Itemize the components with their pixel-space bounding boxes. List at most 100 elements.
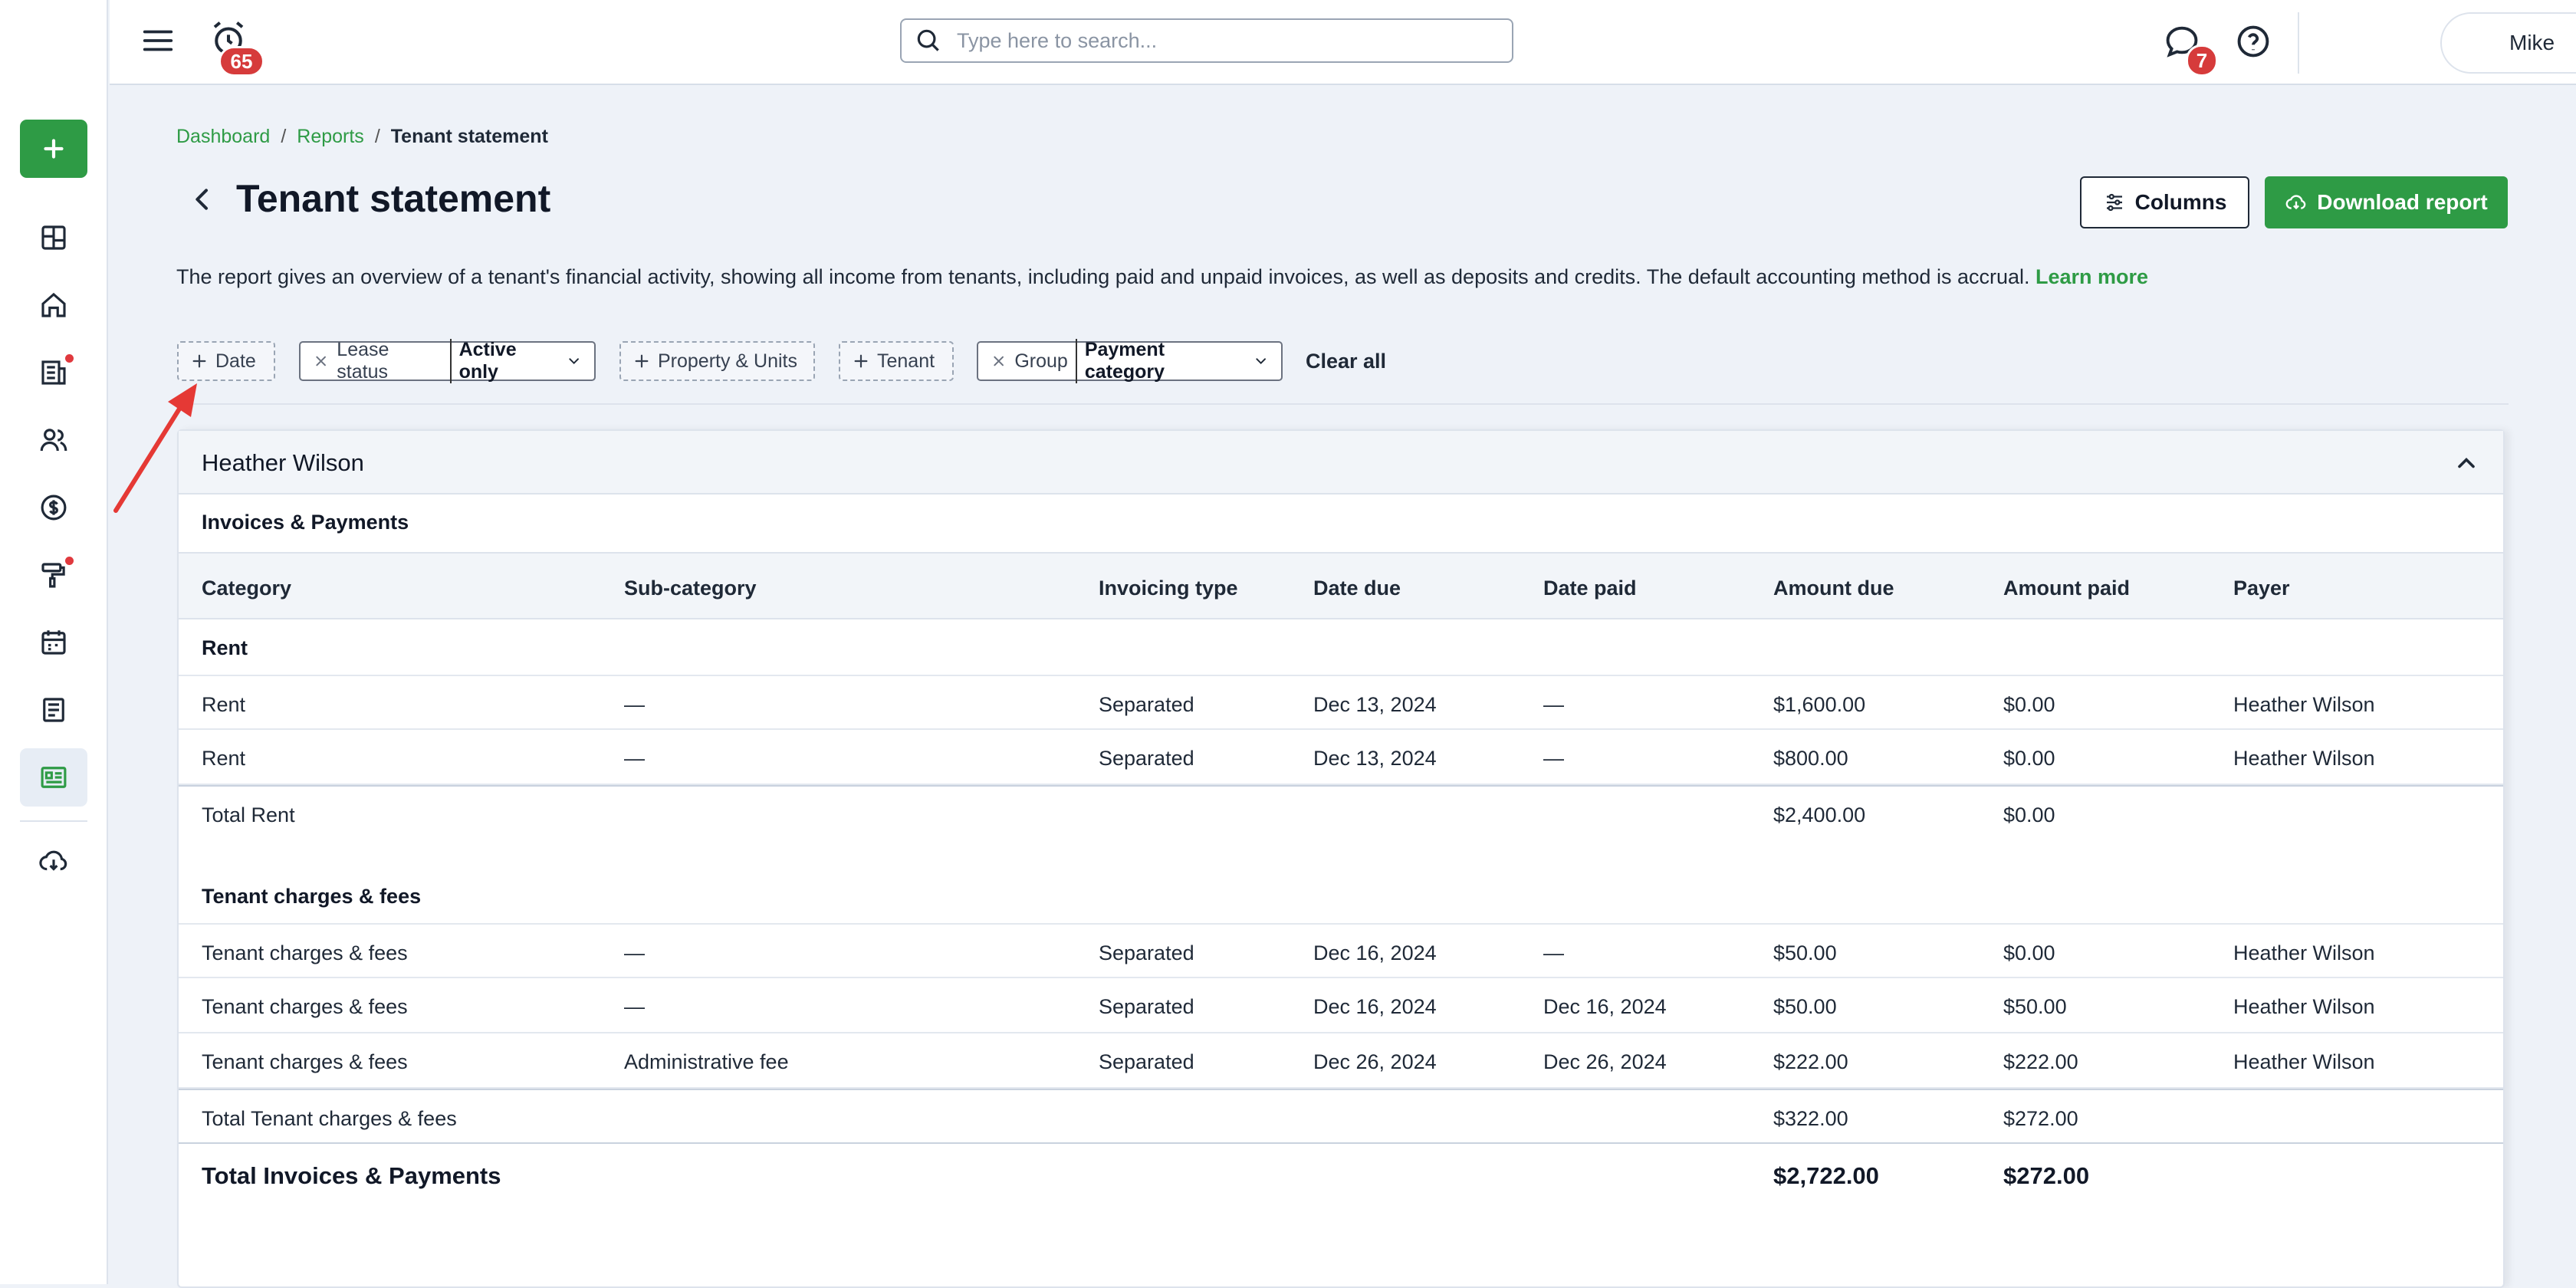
- column-header-date-due: Date due: [1313, 577, 1401, 600]
- cell-category: Rent: [202, 747, 246, 770]
- section-title: Invoices & Payments: [202, 511, 409, 534]
- sidebar-item-calendar[interactable]: [20, 613, 87, 672]
- breadcrumb-dashboard[interactable]: Dashboard: [176, 126, 270, 147]
- report-description-text: The report gives an overview of a tenant…: [176, 265, 2030, 288]
- cell-invoicing-type: Separated: [1099, 941, 1194, 964]
- search-input[interactable]: [957, 28, 1493, 53]
- group-total-paid: $0.00: [2003, 803, 2055, 826]
- filter-lease-status-value: Active only: [449, 339, 558, 383]
- close-icon[interactable]: [313, 353, 329, 370]
- cell-amount-paid: $0.00: [2003, 693, 2055, 716]
- home-icon: [41, 292, 66, 317]
- cell-date-paid: —: [1543, 693, 1564, 716]
- cell-date-due: Dec 16, 2024: [1313, 995, 1437, 1018]
- sidebar-item-accounting[interactable]: [20, 478, 87, 537]
- table-row[interactable]: Rent — Separated Dec 13, 2024 — $800.00 …: [179, 730, 2503, 785]
- chevron-up-icon[interactable]: [2453, 449, 2480, 477]
- group-total-label: Total Tenant charges & fees: [202, 1107, 457, 1130]
- breadcrumb-separator: /: [281, 126, 287, 147]
- breadcrumb-reports[interactable]: Reports: [297, 126, 364, 147]
- table-row[interactable]: Tenant charges & fees Administrative fee…: [179, 1033, 2503, 1089]
- group-total-due: $322.00: [1773, 1107, 1848, 1130]
- filter-chip-tenant[interactable]: Tenant: [839, 341, 954, 381]
- user-menu[interactable]: Mike: [2440, 12, 2576, 74]
- filter-chip-group[interactable]: Group Payment category: [977, 339, 1283, 383]
- add-new-button[interactable]: [20, 120, 87, 178]
- learn-more-link[interactable]: Learn more: [2036, 265, 2148, 288]
- dollar-circle-icon: [41, 495, 67, 521]
- cell-date-paid: —: [1543, 941, 1564, 964]
- group-total-row: Total Rent $2,400.00 $0.00: [179, 785, 2503, 840]
- annotation-arrow-icon: [113, 383, 197, 513]
- grand-total-due: $2,722.00: [1773, 1162, 1879, 1189]
- columns-button-label: Columns: [2134, 190, 2227, 214]
- sidebar-divider: [20, 820, 87, 822]
- download-report-button[interactable]: Download report: [2265, 176, 2508, 228]
- sidebar-item-leasing[interactable]: [20, 343, 87, 402]
- breadcrumb: Dashboard / Reports / Tenant statement: [176, 126, 548, 148]
- group-title-rent: Rent: [202, 636, 248, 659]
- cell-sub-category: —: [624, 747, 645, 770]
- sidebar-item-documents[interactable]: [20, 681, 87, 739]
- topbar-divider: [2298, 12, 2299, 74]
- table-row[interactable]: Tenant charges & fees — Separated Dec 16…: [179, 978, 2503, 1033]
- table-row[interactable]: Tenant charges & fees — Separated Dec 16…: [179, 923, 2503, 978]
- cell-amount-due: $800.00: [1773, 747, 1848, 770]
- clear-all-filters-button[interactable]: Clear all: [1306, 350, 1386, 373]
- filter-chip-date-label: Date: [215, 350, 256, 372]
- cell-invoicing-type: Separated: [1099, 1050, 1194, 1073]
- chevron-down-icon: [569, 358, 579, 365]
- search-bar[interactable]: [900, 18, 1513, 63]
- sidebar-item-maintenance[interactable]: [20, 546, 87, 604]
- cell-category: Tenant charges & fees: [202, 941, 408, 964]
- group-total-due: $2,400.00: [1773, 803, 1866, 826]
- cell-date-paid: Dec 26, 2024: [1543, 1050, 1667, 1073]
- people-icon: [40, 429, 67, 452]
- cell-date-due: Dec 16, 2024: [1313, 941, 1437, 964]
- sidebar-item-download-center[interactable]: [20, 832, 87, 890]
- cell-invoicing-type: Separated: [1099, 995, 1194, 1018]
- cell-payer: Heather Wilson: [2233, 1050, 2375, 1073]
- column-header-invoicing-type: Invoicing type: [1099, 577, 1238, 600]
- cell-category: Tenant charges & fees: [202, 995, 408, 1018]
- grand-total-paid: $272.00: [2003, 1162, 2090, 1189]
- cell-amount-paid: $50.00: [2003, 995, 2067, 1018]
- tenant-section-header[interactable]: Heather Wilson: [179, 431, 2503, 495]
- plus-icon: [192, 354, 206, 368]
- cell-date-due: Dec 26, 2024: [1313, 1050, 1437, 1073]
- close-icon[interactable]: [991, 353, 1007, 370]
- filter-chip-property-units[interactable]: Property & Units: [619, 341, 815, 381]
- cell-date-due: Dec 13, 2024: [1313, 693, 1437, 716]
- notification-dot: [65, 557, 74, 565]
- group-total-label: Total Rent: [202, 803, 295, 826]
- columns-button[interactable]: Columns: [2080, 176, 2249, 228]
- tenant-report-card: Heather Wilson Invoices & Payments Categ…: [177, 429, 2505, 1288]
- cell-invoicing-type: Separated: [1099, 747, 1194, 770]
- filter-chip-date[interactable]: Date: [177, 341, 275, 381]
- sidebar-item-dashboard[interactable]: [20, 209, 87, 267]
- cell-payer: Heather Wilson: [2233, 941, 2375, 964]
- tenant-name: Heather Wilson: [202, 449, 364, 476]
- sidebar-item-properties[interactable]: [20, 276, 87, 334]
- cell-category: Tenant charges & fees: [202, 1050, 408, 1073]
- breadcrumb-separator: /: [374, 126, 380, 147]
- sidebar-item-reports[interactable]: [20, 748, 87, 807]
- cell-date-paid: Dec 16, 2024: [1543, 995, 1667, 1018]
- hamburger-menu-icon[interactable]: [140, 23, 176, 58]
- cell-payer: Heather Wilson: [2233, 995, 2375, 1018]
- column-header-category: Category: [202, 577, 292, 600]
- user-name: Mike: [2509, 31, 2555, 54]
- filter-chip-lease-status[interactable]: Lease status Active only: [299, 339, 596, 383]
- back-arrow-icon[interactable]: [187, 184, 218, 215]
- page-title: Tenant statement: [236, 177, 551, 220]
- chevron-down-icon: [1256, 358, 1266, 365]
- cell-date-paid: —: [1543, 747, 1564, 770]
- column-header-amount-paid: Amount paid: [2003, 577, 2130, 600]
- cell-amount-due: $50.00: [1773, 941, 1837, 964]
- cell-sub-category: —: [624, 941, 645, 964]
- cell-amount-paid: $222.00: [2003, 1050, 2078, 1073]
- table-row[interactable]: Rent — Separated Dec 13, 2024 — $1,600.0…: [179, 675, 2503, 730]
- sidebar-item-people[interactable]: [20, 411, 87, 469]
- filter-group-label: Group: [1014, 350, 1068, 372]
- help-button[interactable]: [2233, 21, 2276, 64]
